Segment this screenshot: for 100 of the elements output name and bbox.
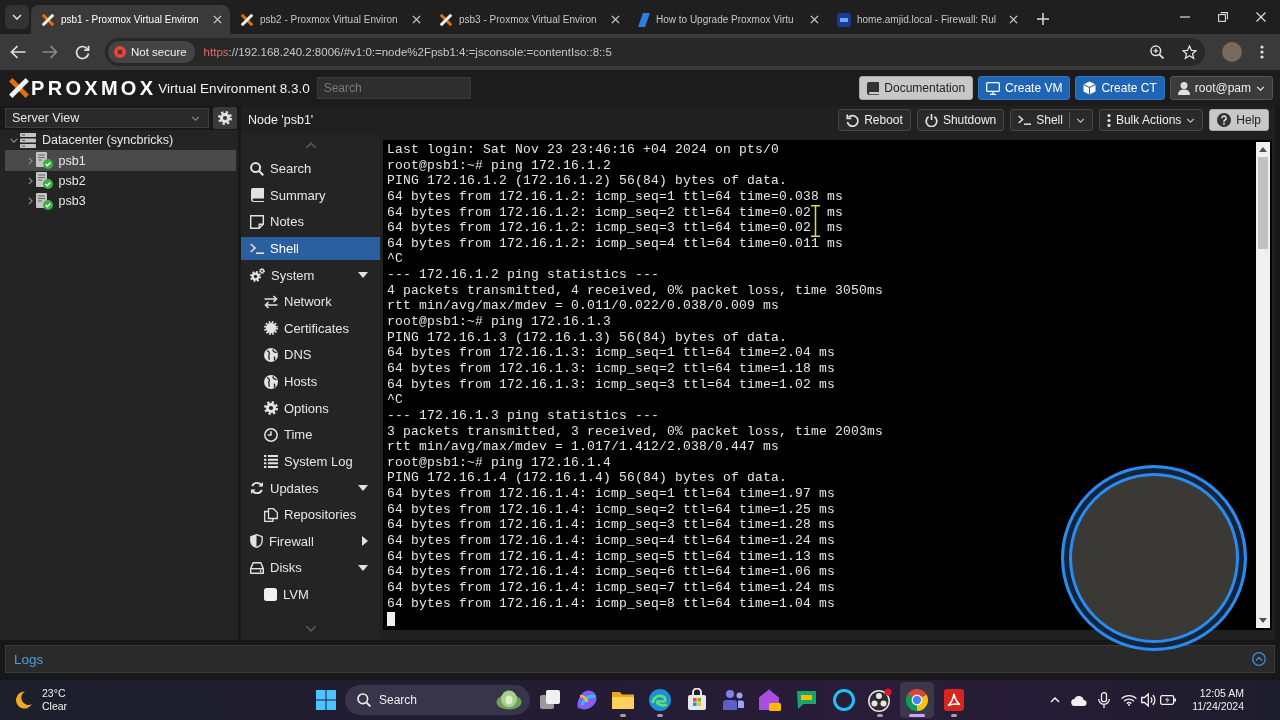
server-check-icon [35, 172, 53, 190]
terminal-line: 4 packets transmitted, 4 received, 0% packet loss, time 3050ms [387, 282, 885, 299]
shell-button[interactable]: Shell [1010, 109, 1093, 131]
nav-item[interactable]: System Log [241, 449, 380, 473]
search-field[interactable]: Search [345, 685, 530, 715]
reload-icon[interactable] [75, 44, 90, 60]
help-button[interactable]: Help [1209, 109, 1269, 131]
chevron-right-icon[interactable] [27, 197, 33, 206]
microphone-icon[interactable] [1098, 692, 1111, 708]
nav-item[interactable]: Search [241, 157, 380, 180]
speaker-icon[interactable] [1141, 693, 1157, 707]
nav-item[interactable]: DNS [241, 343, 380, 367]
caret-down-icon[interactable] [358, 485, 368, 491]
nav-item[interactable]: Updates [241, 476, 380, 500]
terminal-line: 64 bytes from 172.16.1.4: icmp_seq=7 ttl=64 time=1.24 ms [387, 579, 837, 596]
close-icon[interactable] [1009, 15, 1018, 24]
browser-tab[interactable]: psb3 - Proxmox Virtual Environ [429, 5, 628, 34]
logs-panel[interactable]: Logs [5, 645, 1275, 673]
user-menu-button[interactable]: root@pam [1169, 76, 1273, 100]
cloud-icon[interactable] [1071, 694, 1088, 706]
nav-item[interactable]: Network [241, 290, 380, 314]
power-icon [924, 113, 938, 127]
search-icon [357, 693, 371, 707]
arrow-down-icon[interactable] [1259, 618, 1267, 623]
reboot-button[interactable]: Reboot [838, 109, 911, 131]
nav-item[interactable]: Disks [241, 556, 380, 580]
chevron-right-icon[interactable] [27, 156, 33, 165]
address-bar[interactable]: Not secure https://192.168.240.2:8006/#v1:0:=node%2Fpsb1:4:=jsconsole:=contentIso::8::5 [105, 38, 1205, 66]
nav-item[interactable]: Repositories [241, 503, 380, 527]
caret-right-icon[interactable] [362, 536, 368, 547]
browser-tab[interactable]: psb2 - Proxmox Virtual Environ [230, 5, 429, 34]
tree-item[interactable]: Datacenter (syncbricks) [5, 130, 236, 151]
nav-item[interactable]: Shell [241, 236, 380, 260]
terminal-line: Last login: Sat Nov 23 23:46:16 +04 2024 on pts/0 [387, 142, 781, 158]
terminal-line: root@psb1:~# ping 172.16.1.4 [387, 454, 613, 471]
nav-item[interactable]: System [241, 263, 380, 287]
caret-down-icon[interactable] [358, 564, 368, 571]
terminal[interactable] [383, 140, 1272, 630]
monitor-icon [986, 81, 1001, 95]
nav-item[interactable]: Certificates [241, 316, 380, 340]
wifi-icon[interactable] [1121, 694, 1138, 706]
browser-tab[interactable]: psb1 - Proxmox Virtual Environ [31, 5, 230, 34]
nav-item[interactable]: Notes [241, 210, 380, 234]
overlapping-squares-icon [538, 688, 562, 712]
scrollbar-thumb[interactable] [1258, 157, 1268, 249]
bulk-actions-button[interactable]: Bulk Actions [1098, 109, 1204, 131]
scrollbar[interactable] [1256, 142, 1270, 628]
close-icon[interactable] [611, 15, 620, 24]
nav-item[interactable]: Hosts [241, 370, 380, 393]
create-vm-button[interactable]: Create VM [978, 76, 1071, 100]
server-rack-icon [20, 132, 36, 148]
undo-icon [846, 113, 860, 127]
view-dropdown[interactable]: Server View [5, 108, 209, 128]
nav-item[interactable]: Firewall [241, 529, 380, 553]
terminal-line: 64 bytes from 172.16.1.4: icmp_seq=6 ttl=64 time=1.06 ms [387, 564, 837, 580]
nav-item[interactable]: Summary [241, 183, 380, 207]
settings-button[interactable] [213, 107, 237, 129]
moon-icon[interactable] [16, 691, 32, 709]
search-field[interactable]: Search [316, 77, 471, 99]
terminal-line: 64 bytes from 172.16.1.4: icmp_seq=2 ttl=64 time=1.25 ms [387, 501, 837, 518]
slanted-bar-icon [638, 12, 650, 27]
browser-tab[interactable]: How to Upgrade Proxmox Virtu [628, 5, 827, 34]
more-options-icon[interactable] [1260, 45, 1264, 59]
four-squares-icon[interactable] [316, 690, 336, 710]
documentation-button[interactable]: Documentation [859, 76, 974, 100]
shutdown-button[interactable]: Shutdown [916, 109, 1005, 131]
chevron-down-icon[interactable] [10, 137, 18, 143]
terminal-line: --- 172.16.1.2 ping statistics --- [387, 267, 661, 283]
battery-icon[interactable] [1160, 694, 1177, 706]
close-icon[interactable] [810, 15, 819, 24]
close-icon[interactable] [213, 15, 222, 24]
security-chip[interactable]: Not secure [108, 41, 195, 63]
terminal-line: 64 bytes from 172.16.1.4: icmp_seq=4 ttl=64 time=1.24 ms [387, 533, 837, 549]
tab-search-button[interactable] [5, 5, 29, 29]
taskbar-app[interactable] [899, 682, 934, 718]
expand-circle-icon[interactable] [1252, 652, 1266, 666]
temperature: 23°C [42, 687, 67, 700]
tree-item[interactable]: psb3 [5, 191, 236, 212]
seal-icon [264, 321, 278, 336]
close-icon[interactable] [1256, 12, 1266, 22]
nav-item[interactable]: Options [241, 396, 380, 420]
browser-tab[interactable]: home.amjid.local - Firewall: Rul [827, 5, 1026, 34]
server-check-icon [35, 192, 53, 210]
create-ct-button[interactable]: Create CT [1075, 76, 1165, 100]
nav-item[interactable]: LVM [241, 583, 380, 606]
zoom-in-icon[interactable] [1150, 45, 1164, 59]
arrow-up-icon[interactable] [1259, 147, 1267, 152]
close-icon[interactable] [412, 15, 421, 24]
star-icon[interactable] [1182, 44, 1197, 60]
tree-item[interactable]: psb1 [5, 150, 236, 171]
plus-icon[interactable] [1037, 13, 1049, 25]
tree-item[interactable]: psb2 [5, 170, 236, 192]
caret-down-icon[interactable] [358, 272, 368, 278]
clock-time: 12:05 AM [1199, 687, 1244, 700]
restore-icon[interactable] [1218, 12, 1228, 22]
chevron-right-icon[interactable] [27, 176, 33, 185]
back-arrow-icon[interactable] [10, 45, 26, 59]
forward-arrow-icon[interactable] [42, 45, 58, 59]
nav-item[interactable]: Time [241, 423, 380, 447]
tile-icon [837, 12, 851, 27]
